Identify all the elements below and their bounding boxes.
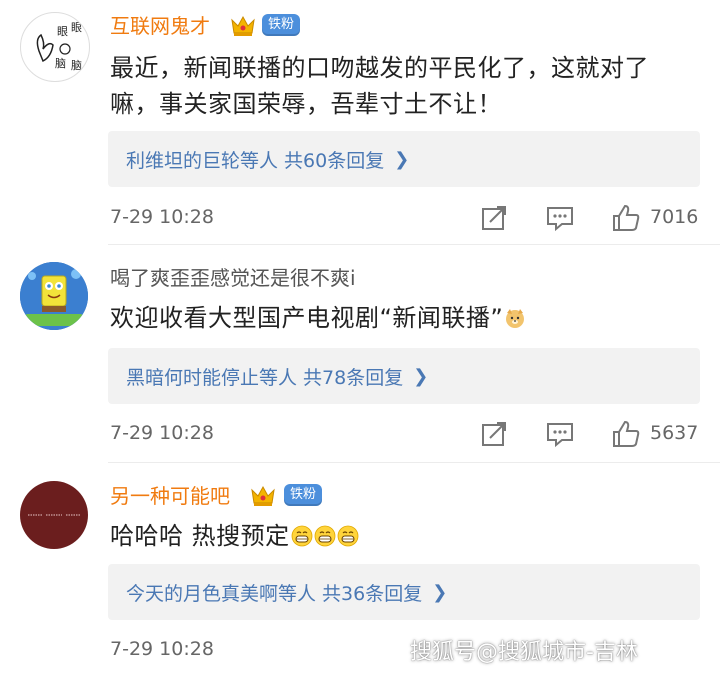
- replies-text: 黑暗何时能停止等人 共78条回复: [126, 366, 404, 389]
- divider: [108, 462, 720, 463]
- comment-text: 哈哈哈 热搜预定: [110, 522, 290, 550]
- comment-text: 欢迎收看大型国产电视剧“新闻联播”: [110, 304, 504, 332]
- like-icon[interactable]: [610, 418, 642, 450]
- comment-meta: 7-29 10:28 5637: [110, 414, 700, 454]
- chevron-right-icon: ❯: [394, 148, 410, 170]
- username[interactable]: 另一种可能吧: [110, 484, 230, 508]
- avatar-drawing-icon: 眼 眼 脑 脑: [36, 21, 82, 72]
- avatar-text: 眼: [57, 25, 68, 38]
- replies-text: 利维坦的巨轮等人 共60条回复: [126, 149, 385, 172]
- avatar[interactable]: [20, 262, 88, 330]
- avatar-text: 眼: [71, 21, 82, 34]
- avatar[interactable]: 眼 眼 脑 脑: [20, 12, 90, 82]
- grin-emoji-icon: [314, 525, 336, 547]
- like-count: 7016: [650, 206, 699, 228]
- fan-badge: 铁粉: [284, 484, 323, 506]
- comment-icon[interactable]: [544, 202, 576, 234]
- username[interactable]: 喝了爽歪歪感觉还是很不爽i: [110, 266, 356, 290]
- avatar-text: 脑: [71, 59, 82, 72]
- comment-content: 哈哈哈 热搜预定: [110, 518, 690, 554]
- avatar-pattern-icon: [28, 514, 80, 516]
- chevron-right-icon: ❯: [413, 365, 429, 387]
- timestamp: 7-29 10:28: [110, 206, 214, 228]
- comment-meta: 7-29 10:28 7016: [110, 198, 700, 238]
- spongebob-icon: [20, 262, 88, 330]
- avatar-text: 脑: [55, 57, 66, 70]
- doge-emoji-icon: [506, 309, 525, 328]
- comment-icon[interactable]: [544, 418, 576, 450]
- avatar[interactable]: [20, 481, 88, 549]
- username[interactable]: 互联网鬼才: [110, 14, 210, 38]
- timestamp: 7-29 10:28: [110, 638, 214, 660]
- like-count: 5637: [650, 422, 699, 444]
- divider: [108, 244, 720, 245]
- replies-link[interactable]: 今天的月色真美啊等人 共36条回复 ❯: [108, 564, 700, 620]
- share-icon[interactable]: [478, 202, 510, 234]
- timestamp: 7-29 10:28: [110, 422, 214, 444]
- comment-content: 欢迎收看大型国产电视剧“新闻联播”: [110, 300, 690, 336]
- fan-badge: 铁粉: [262, 14, 301, 36]
- replies-text: 今天的月色真美啊等人 共36条回复: [126, 582, 423, 605]
- comment-content: 最近，新闻联播的口吻越发的平民化了，这就对了嘛，事关家国荣辱，吾辈寸土不让！: [110, 54, 649, 118]
- share-icon[interactable]: [478, 418, 510, 450]
- watermark: 搜狐号@搜狐城市-吉林: [410, 640, 638, 665]
- chevron-right-icon: ❯: [432, 581, 448, 603]
- replies-link[interactable]: 利维坦的巨轮等人 共60条回复 ❯: [108, 131, 700, 187]
- like-icon[interactable]: [610, 202, 642, 234]
- crown-icon: [251, 485, 275, 506]
- grin-emoji-icon: [337, 525, 359, 547]
- grin-emoji-icon: [291, 525, 313, 547]
- crown-icon: [231, 15, 255, 36]
- replies-link[interactable]: 黑暗何时能停止等人 共78条回复 ❯: [108, 348, 700, 404]
